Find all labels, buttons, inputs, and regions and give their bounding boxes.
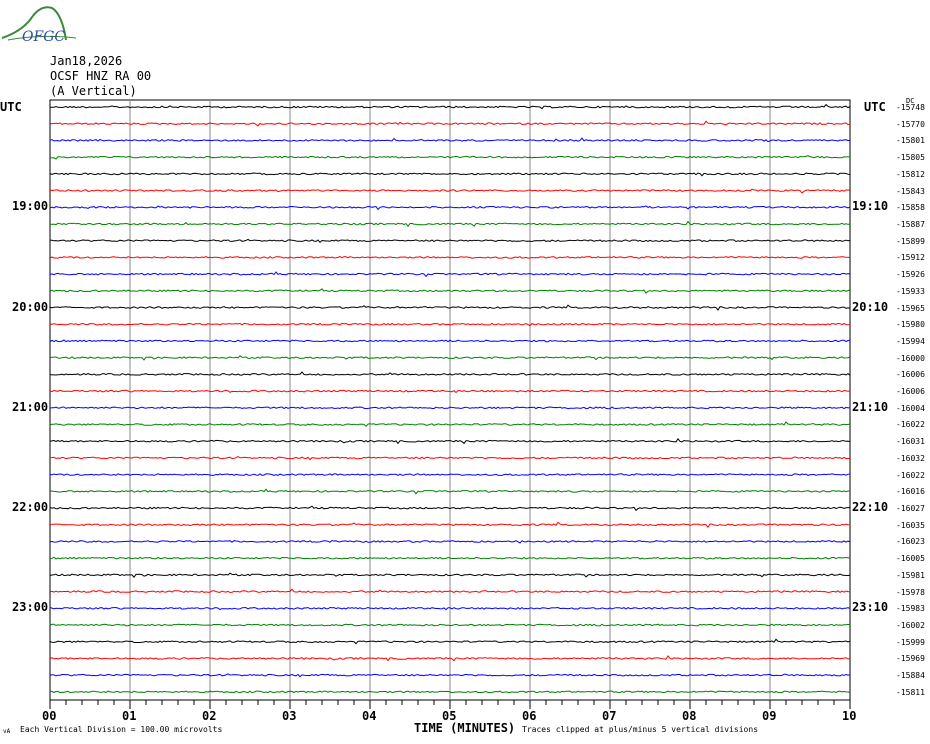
dc-offset-label: -15899	[896, 236, 925, 246]
dc-offset-label: -16000	[896, 353, 925, 363]
dc-offset-label: -16004	[896, 403, 925, 413]
x-tick-label: 10	[842, 709, 857, 723]
dc-offset-label: -15999	[896, 637, 925, 647]
dc-offset-label: -15770	[896, 119, 925, 129]
scale-note: Each Vertical Division = 100.00 microvol…	[20, 725, 223, 734]
dc-offset-label: -16032	[896, 453, 925, 463]
left-hour-label: 19:00	[12, 199, 49, 214]
dc-offset-label: -16023	[896, 537, 925, 547]
x-tick-label: 00	[42, 709, 57, 723]
dc-offset-label: -15811	[896, 687, 925, 697]
dc-offset-label: -15843	[896, 186, 925, 196]
x-axis-label: TIME (MINUTES)	[414, 721, 516, 735]
dc-offset-label: -15933	[896, 286, 925, 296]
right-hour-label: 20:10	[852, 299, 889, 314]
corner-mark: vA	[3, 728, 11, 735]
x-tick-label: 09	[762, 709, 777, 723]
dc-offset-label: -15981	[896, 570, 925, 580]
x-tick-label: 04	[362, 709, 377, 723]
dc-offset-label: -15978	[896, 587, 925, 597]
dc-offset-label: -16005	[896, 554, 925, 564]
x-tick-label: 01	[122, 709, 137, 723]
dc-offset-label: -16022	[896, 420, 925, 430]
helicorder-plot	[49, 99, 851, 709]
dc-offset-label: -16002	[896, 621, 925, 630]
clip-note: Traces clipped at plus/minus 5 vertical …	[522, 725, 759, 734]
x-tick-label: 02	[202, 709, 217, 723]
dc-offset-label: -16016	[896, 487, 925, 497]
dc-offset-label: -16027	[896, 504, 925, 514]
dc-offset-label: -15994	[896, 336, 925, 346]
dc-offset-label: -15805	[896, 153, 925, 163]
dc-offset-label: -15858	[896, 203, 925, 213]
dc-offset-label: -15748	[896, 103, 925, 112]
dc-offset-label: -16035	[896, 520, 925, 530]
left-hour-label: 23:00	[12, 600, 49, 615]
dc-offset-label: -15983	[896, 604, 925, 614]
x-tick-label: 03	[282, 709, 297, 723]
dc-offset-label: -15980	[896, 320, 925, 330]
dc-offset-label: -16006	[896, 387, 925, 397]
dc-offset-label: -16031	[896, 437, 925, 447]
right-hour-label: 22:10	[852, 500, 889, 515]
left-hour-label: 22:00	[12, 500, 49, 515]
dc-offset-label: -15965	[896, 303, 925, 313]
x-tick-label: 08	[682, 709, 697, 723]
x-tick-label: 07	[602, 709, 617, 723]
dc-offset-label: -15926	[896, 270, 925, 280]
dc-offset-label: -15801	[896, 136, 925, 146]
dc-offset-label: -16022	[896, 470, 925, 480]
dc-offset-label: -15969	[896, 654, 925, 664]
right-hour-label: 23:10	[852, 600, 889, 615]
left-hour-label: 20:00	[12, 299, 49, 314]
dc-offset-label: -16006	[896, 370, 925, 380]
dc-offset-label: -15912	[896, 253, 925, 263]
right-hour-label: 19:10	[852, 199, 889, 214]
left-hour-label: 21:00	[12, 399, 49, 414]
x-tick-label: 06	[522, 709, 537, 723]
dc-offset-label: -15887	[896, 219, 925, 229]
dc-offset-label: -15812	[896, 169, 925, 179]
dc-offset-label: -15884	[896, 671, 925, 681]
right-hour-label: 21:10	[852, 399, 889, 414]
